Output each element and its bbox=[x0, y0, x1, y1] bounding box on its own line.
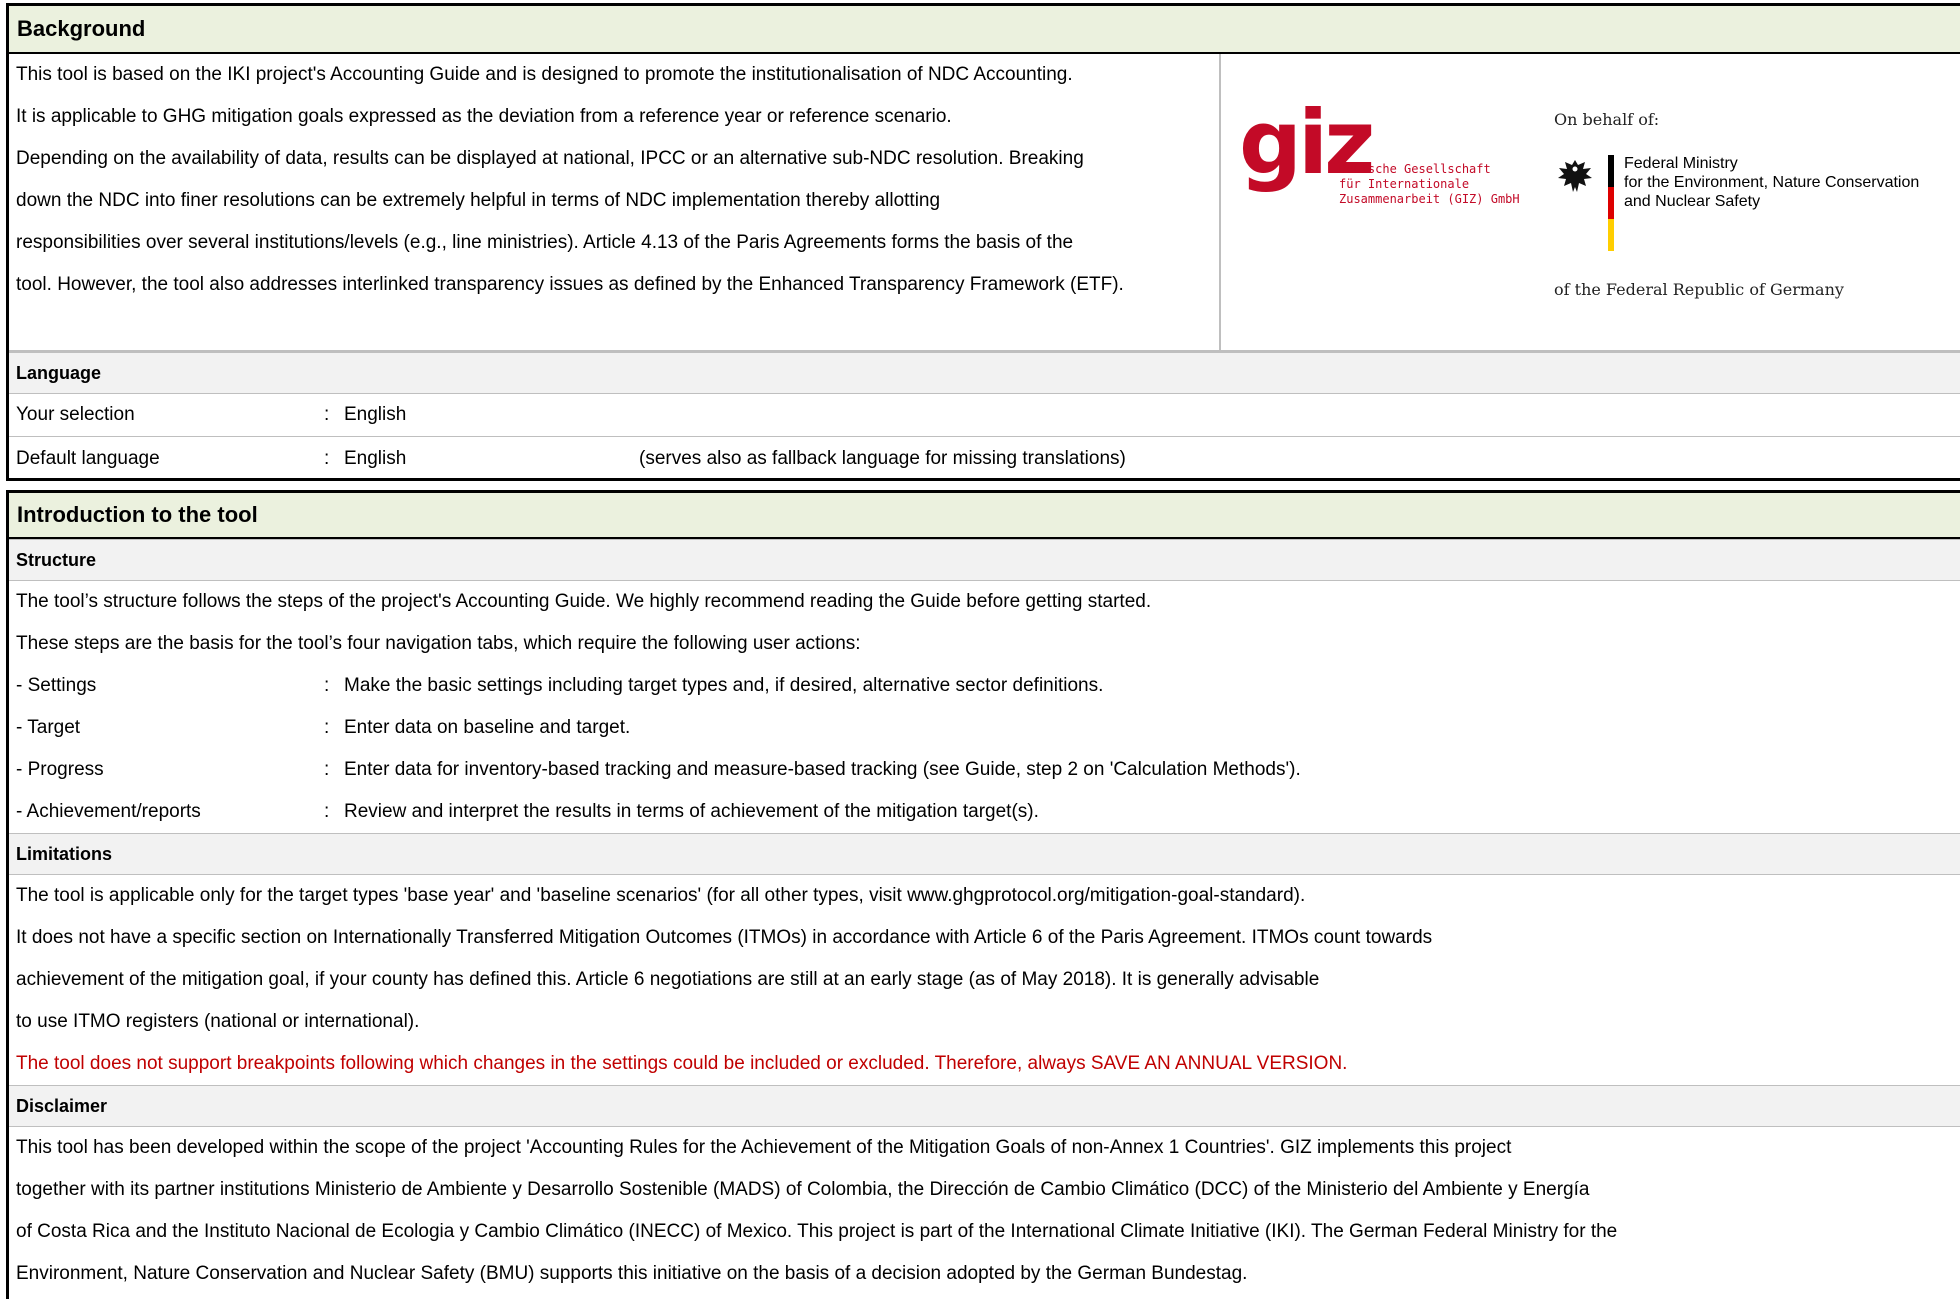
step-description: Enter data for inventory-based tracking … bbox=[344, 759, 1301, 780]
federal-eagle-icon bbox=[1555, 156, 1595, 202]
background-line: tool. However, the tool also addresses i… bbox=[16, 274, 1124, 295]
step-row-achievement: - Achievement/reports : Review and inter… bbox=[9, 791, 1960, 833]
default-language-label: Default language bbox=[16, 447, 160, 469]
step-row-target: - Target : Enter data on baseline and ta… bbox=[9, 707, 1960, 749]
background-line: Depending on the availability of data, r… bbox=[16, 148, 1084, 169]
introduction-section: Introduction to the tool Structure The t… bbox=[6, 490, 1960, 1299]
limitations-line: to use ITMO registers (national or inter… bbox=[16, 1011, 420, 1032]
ministry-line: for the Environment, Nature Conservation bbox=[1624, 174, 1920, 191]
structure-line: The tool’s structure follows the steps o… bbox=[16, 591, 1152, 612]
ministry-line: Federal Ministry bbox=[1624, 155, 1738, 172]
background-line: down the NDC into finer resolutions can … bbox=[16, 190, 941, 211]
ministry-line: and Nuclear Safety bbox=[1624, 193, 1761, 210]
step-label: - Target bbox=[16, 717, 81, 738]
language-selection-value[interactable]: English bbox=[344, 404, 639, 426]
disclaimer-line: of Costa Rica and the Instituto Nacional… bbox=[16, 1221, 1618, 1242]
language-selection-label: Your selection bbox=[16, 404, 135, 425]
background-text: This tool is based on the IKI project's … bbox=[9, 54, 1221, 350]
colon: : bbox=[324, 759, 330, 780]
step-label: - Achievement/reports bbox=[16, 801, 201, 822]
background-body: This tool is based on the IKI project's … bbox=[9, 54, 1960, 352]
giz-sub-line: für Internationale bbox=[1339, 177, 1470, 191]
step-description: Enter data on baseline and target. bbox=[344, 717, 631, 738]
default-language-row: Default language : English (serves also … bbox=[9, 437, 1960, 480]
background-header: Background bbox=[9, 6, 1960, 54]
step-label: - Settings bbox=[16, 675, 97, 696]
colon: : bbox=[324, 801, 330, 822]
federal-republic-label: of the Federal Republic of Germany bbox=[1554, 280, 1844, 299]
default-language-note: (serves also as fallback language for mi… bbox=[639, 447, 1126, 469]
german-flag-bar bbox=[1608, 155, 1614, 251]
language-header: Language bbox=[9, 352, 1960, 394]
limitations-line: achievement of the mitigation goal, if y… bbox=[16, 969, 1320, 990]
step-description: Review and interpret the results in term… bbox=[344, 801, 1039, 822]
background-line: responsibilities over several institutio… bbox=[16, 232, 1074, 253]
ministry-name: Federal Ministry for the Environment, Na… bbox=[1624, 154, 1919, 211]
colon: : bbox=[324, 717, 330, 738]
disclaimer-header: Disclaimer bbox=[9, 1085, 1960, 1127]
flag-stripe-gold bbox=[1608, 219, 1614, 251]
limitations-line: The tool is applicable only for the targ… bbox=[16, 885, 1306, 906]
flag-stripe-black bbox=[1608, 155, 1614, 187]
limitations-warning: The tool does not support breakpoints fo… bbox=[16, 1053, 1348, 1074]
step-row-settings: - Settings : Make the basic settings inc… bbox=[9, 665, 1960, 707]
background-line: This tool is based on the IKI project's … bbox=[16, 64, 1073, 85]
disclaimer-line: Environment, Nature Conservation and Nuc… bbox=[16, 1263, 1248, 1284]
limitations-line: It does not have a specific section on I… bbox=[16, 927, 1433, 948]
introduction-header: Introduction to the tool bbox=[9, 493, 1960, 539]
structure-header: Structure bbox=[9, 539, 1960, 581]
flag-stripe-red bbox=[1608, 187, 1614, 219]
giz-sub-line: Deutsche Gesellschaft bbox=[1339, 162, 1491, 176]
step-label: - Progress bbox=[16, 759, 104, 780]
colon: : bbox=[324, 447, 330, 469]
disclaimer-line: together with its partner institutions M… bbox=[16, 1179, 1590, 1200]
giz-sub-line: Zusammenarbeit (GIZ) GmbH bbox=[1339, 192, 1520, 206]
logos-panel: giz Deutsche Gesellschaft für Internatio… bbox=[1221, 54, 1960, 350]
background-line: It is applicable to GHG mitigation goals… bbox=[16, 106, 952, 127]
limitations-header: Limitations bbox=[9, 833, 1960, 875]
on-behalf-label: On behalf of: bbox=[1554, 110, 1660, 129]
step-row-progress: - Progress : Enter data for inventory-ba… bbox=[9, 749, 1960, 791]
colon: : bbox=[324, 675, 330, 696]
giz-logo-subtitle: Deutsche Gesellschaft für Internationale… bbox=[1339, 162, 1520, 207]
colon: : bbox=[324, 404, 330, 425]
default-language-value: English bbox=[344, 447, 407, 469]
disclaimer-line: This tool has been developed within the … bbox=[16, 1137, 1512, 1158]
background-section: Background This tool is based on the IKI… bbox=[6, 3, 1960, 481]
language-selection-row[interactable]: Your selection : English bbox=[9, 394, 1960, 437]
step-description: Make the basic settings including target… bbox=[344, 675, 1104, 696]
structure-line: These steps are the basis for the tool’s… bbox=[16, 633, 861, 654]
